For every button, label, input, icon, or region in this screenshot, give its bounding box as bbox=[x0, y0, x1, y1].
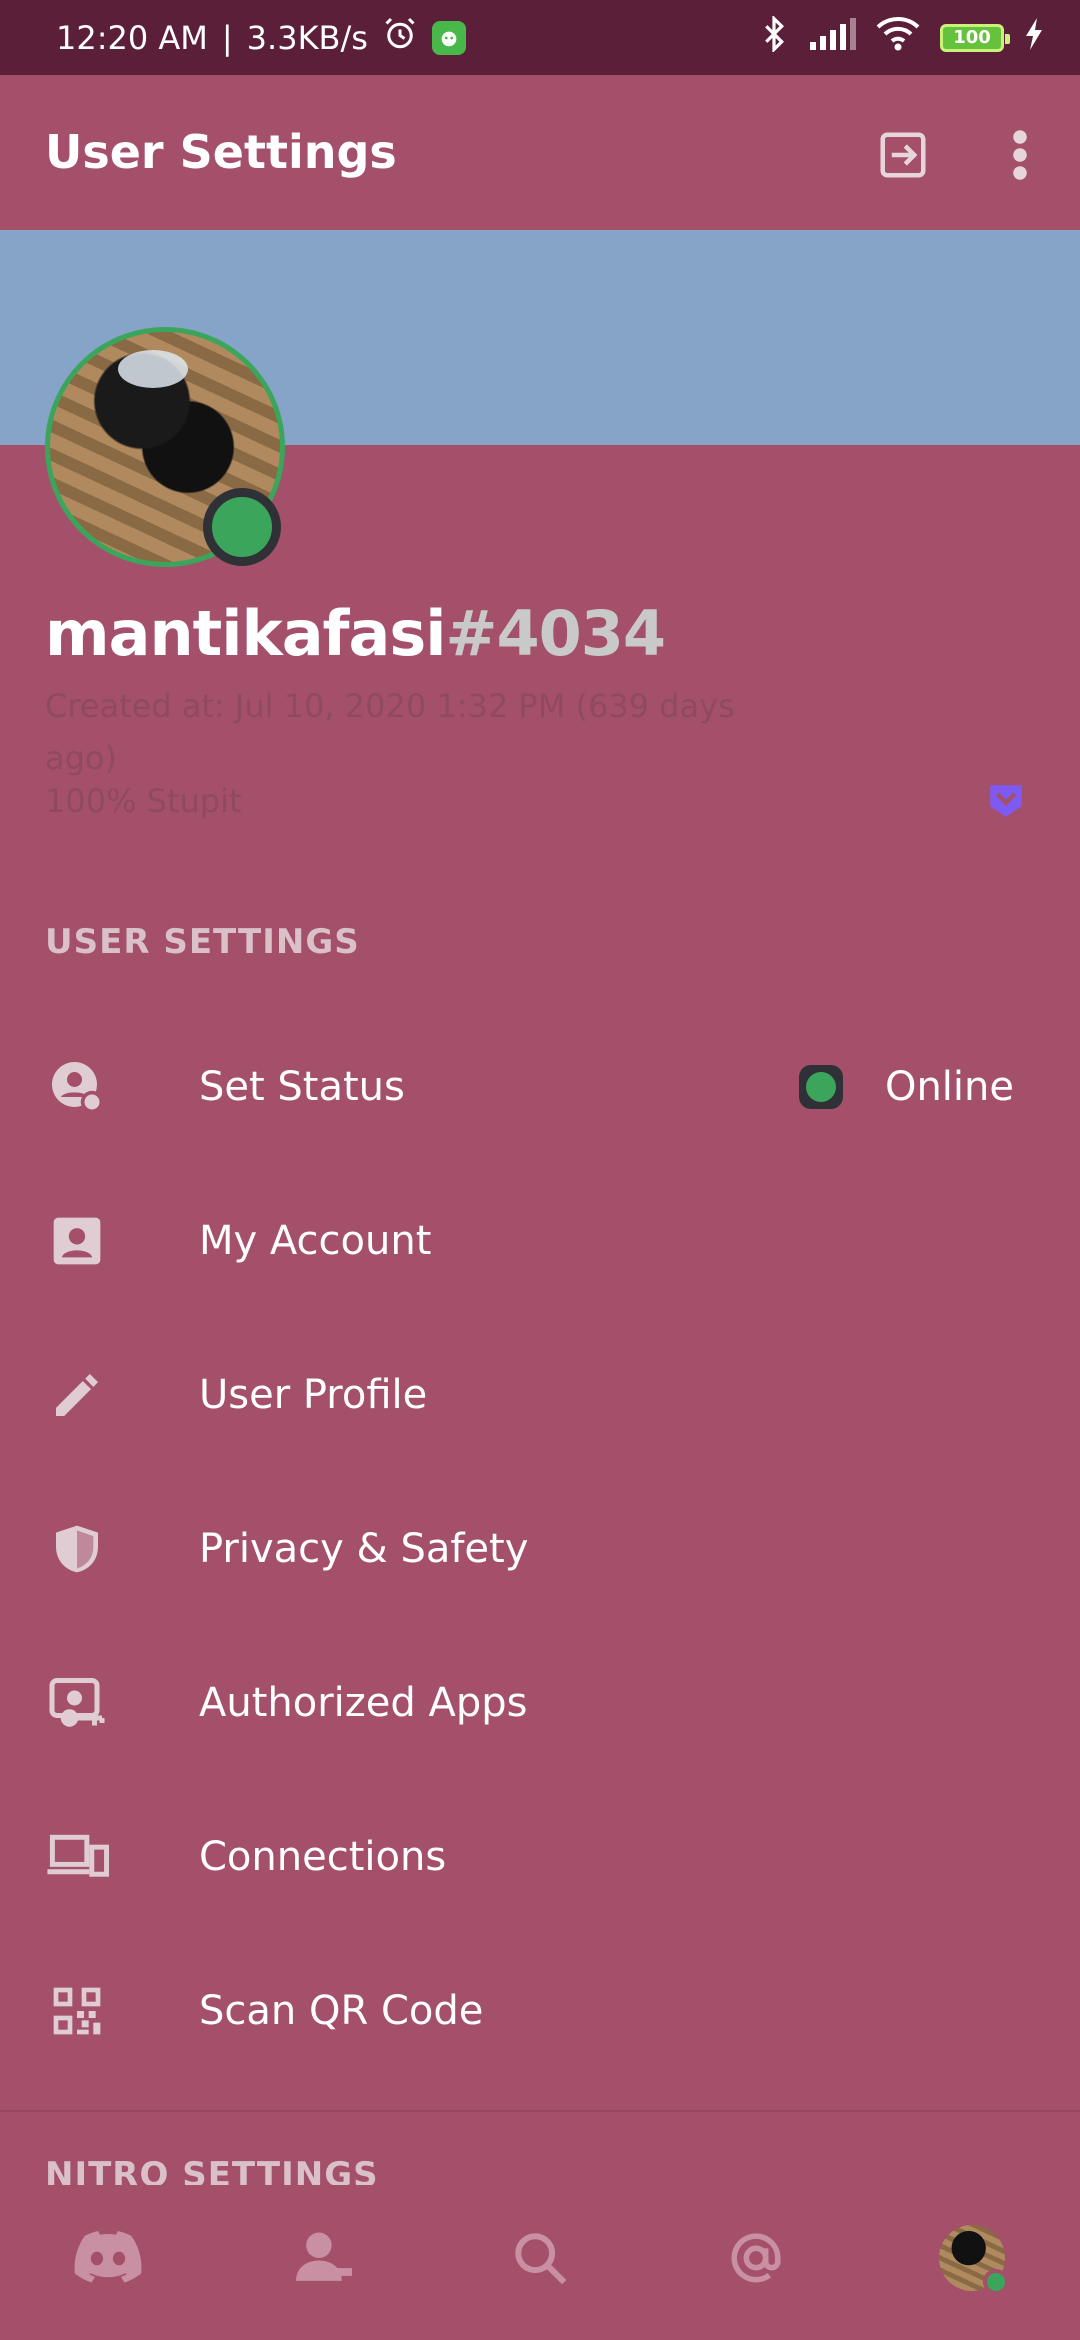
devices-icon bbox=[45, 1825, 109, 1889]
nav-friends[interactable] bbox=[279, 2213, 369, 2303]
status-time: 12:20 AM bbox=[56, 18, 208, 57]
more-vertical-icon bbox=[1013, 130, 1027, 180]
app-notification-icon bbox=[431, 20, 466, 55]
online-status-icon bbox=[798, 1065, 843, 1109]
account-created-text: Created at: Jul 10, 2020 1:32 PM (639 da… bbox=[45, 687, 735, 777]
status-speed: 3.3KB/s bbox=[246, 18, 368, 57]
online-status-indicator bbox=[203, 488, 281, 566]
menu-item-label: Connections bbox=[199, 1834, 447, 1880]
wifi-icon bbox=[876, 16, 920, 59]
discriminator: #4034 bbox=[445, 597, 667, 670]
profile-avatar bbox=[939, 2225, 1009, 2295]
logout-button[interactable] bbox=[868, 120, 938, 190]
nav-search[interactable] bbox=[495, 2213, 585, 2303]
app-header: User Settings bbox=[0, 75, 1080, 230]
menu-item-label: Scan QR Code bbox=[199, 1988, 484, 2034]
logout-icon bbox=[880, 132, 926, 178]
mentions-icon bbox=[731, 2233, 781, 2283]
bluetooth-icon bbox=[760, 14, 788, 60]
menu-item-set-status[interactable]: Set Status Online bbox=[0, 1010, 1080, 1164]
discord-home-icon bbox=[74, 2231, 142, 2283]
nav-profile[interactable] bbox=[927, 2213, 1017, 2303]
menu-item-scan-qr-code[interactable]: Scan QR Code bbox=[0, 1934, 1080, 2088]
authorized-apps-icon bbox=[45, 1671, 109, 1735]
menu-item-label: My Account bbox=[199, 1218, 432, 1264]
charging-icon bbox=[1024, 17, 1044, 58]
signal-icon bbox=[808, 17, 856, 58]
alarm-icon bbox=[382, 16, 418, 60]
menu-item-label: Privacy & Safety bbox=[199, 1526, 529, 1572]
menu-item-user-profile[interactable]: User Profile bbox=[0, 1318, 1080, 1472]
menu-item-my-account[interactable]: My Account bbox=[0, 1164, 1080, 1318]
section-header-user-settings: USER SETTINGS bbox=[45, 922, 360, 962]
friends-icon bbox=[296, 2232, 355, 2281]
menu-item-authorized-apps[interactable]: Authorized Apps bbox=[0, 1626, 1080, 1780]
menu-item-label: User Profile bbox=[199, 1372, 428, 1418]
nav-mentions[interactable] bbox=[711, 2213, 801, 2303]
battery-icon: 100 bbox=[940, 23, 1010, 52]
section-header-nitro-settings: NITRO SETTINGS bbox=[45, 2155, 379, 2185]
menu-item-connections[interactable]: Connections bbox=[0, 1780, 1080, 1934]
account-icon bbox=[45, 1209, 109, 1273]
more-options-button[interactable] bbox=[985, 120, 1055, 190]
section-divider bbox=[0, 2110, 1080, 2112]
page-title: User Settings bbox=[45, 125, 397, 179]
status-bar: 12:20 AM | 3.3KB/s 100 bbox=[0, 0, 1080, 75]
username: mantikafasi bbox=[45, 597, 447, 670]
profile-bio: 100% Stupit bbox=[45, 782, 242, 820]
bottom-navigation bbox=[0, 2185, 1080, 2340]
pencil-icon bbox=[45, 1363, 109, 1427]
menu-item-label: Set Status bbox=[199, 1064, 405, 1110]
profile-name: mantikafasi#4034 bbox=[45, 597, 667, 670]
menu-item-privacy-safety[interactable]: Privacy & Safety bbox=[0, 1472, 1080, 1626]
search-icon bbox=[515, 2233, 567, 2285]
status-icon bbox=[45, 1055, 109, 1119]
status-value: Online bbox=[884, 1064, 1014, 1110]
nitro-badge-icon bbox=[985, 780, 1027, 822]
shield-icon bbox=[45, 1517, 109, 1581]
nav-home[interactable] bbox=[63, 2213, 153, 2303]
menu-item-label: Authorized Apps bbox=[199, 1680, 528, 1726]
qr-code-icon bbox=[45, 1979, 109, 2043]
